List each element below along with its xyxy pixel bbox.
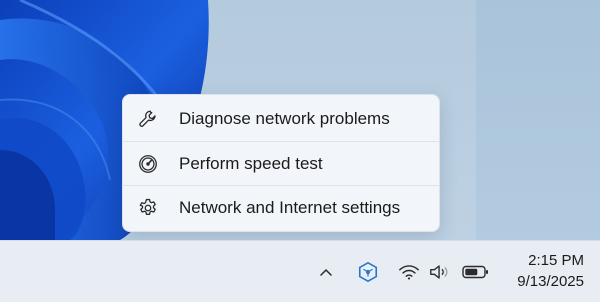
network-context-menu: Diagnose network problems Perform speed …: [122, 94, 440, 232]
clock-time: 2:15 PM: [528, 252, 584, 269]
wifi-icon[interactable]: [396, 241, 422, 302]
clock[interactable]: 2:15 PM 9/13/2025: [517, 250, 584, 292]
menu-item-network-settings[interactable]: Network and Internet settings: [123, 185, 439, 229]
menu-item-label: Network and Internet settings: [179, 197, 401, 217]
network-app-icon[interactable]: [354, 241, 382, 302]
menu-item-label: Diagnose network problems: [179, 109, 390, 128]
wrench-icon: [137, 108, 167, 130]
taskbar: 2:15 PM 9/13/2025: [0, 240, 600, 302]
menu-item-diagnose[interactable]: Diagnose network problems: [123, 97, 439, 141]
menu-item-label: Perform speed test: [179, 153, 323, 173]
speaker-icon[interactable]: [426, 241, 454, 302]
gear-icon: [137, 197, 167, 219]
speedometer-icon: [137, 153, 167, 175]
chevron-up-icon[interactable]: [312, 241, 340, 302]
menu-item-speed-test[interactable]: Perform speed test: [123, 141, 439, 185]
clock-date: 9/13/2025: [517, 273, 584, 290]
battery-icon[interactable]: [460, 241, 492, 302]
desktop-right-band: [476, 0, 600, 240]
